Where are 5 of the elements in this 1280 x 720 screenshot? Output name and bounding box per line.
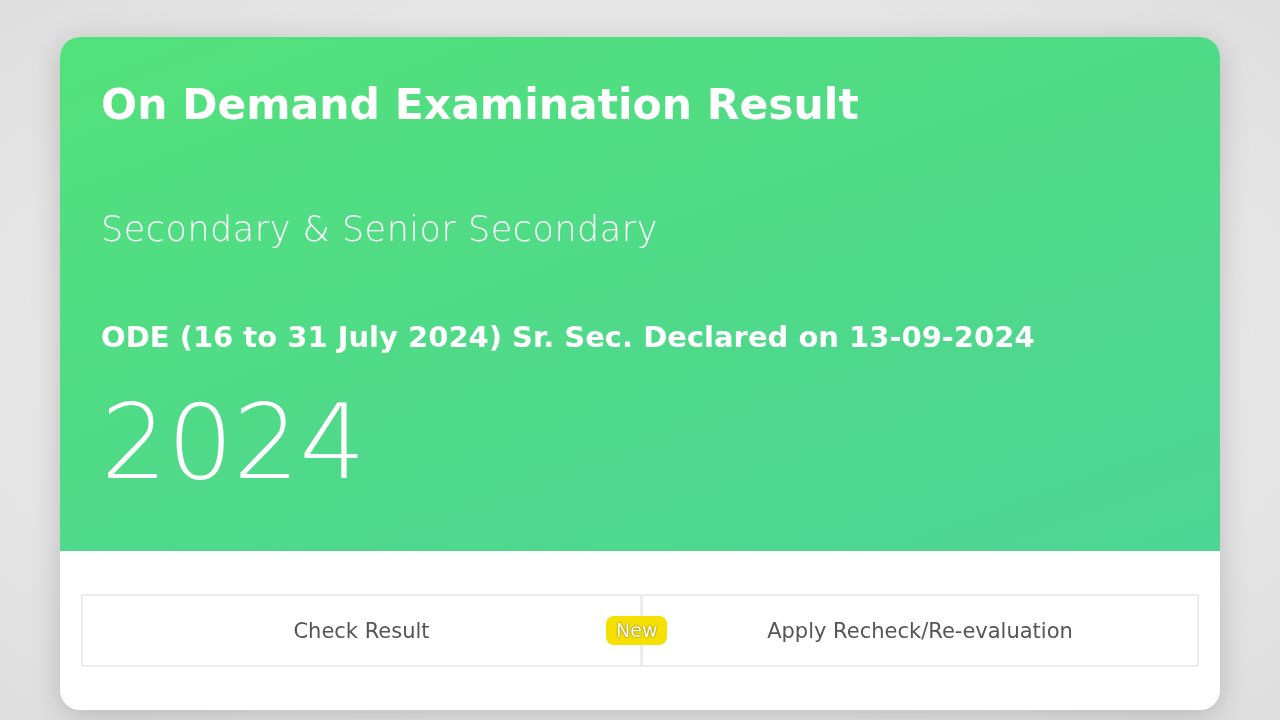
page-title: On Demand Examination Result (101, 79, 859, 131)
new-badge: New (606, 616, 668, 645)
subtitle: Secondary & Senior Secondary (101, 208, 658, 251)
announcement-text: ODE (16 to 31 July 2024) Sr. Sec. Declared on 13-09-2024 (101, 319, 1035, 356)
year-text: 2024 (101, 386, 366, 498)
